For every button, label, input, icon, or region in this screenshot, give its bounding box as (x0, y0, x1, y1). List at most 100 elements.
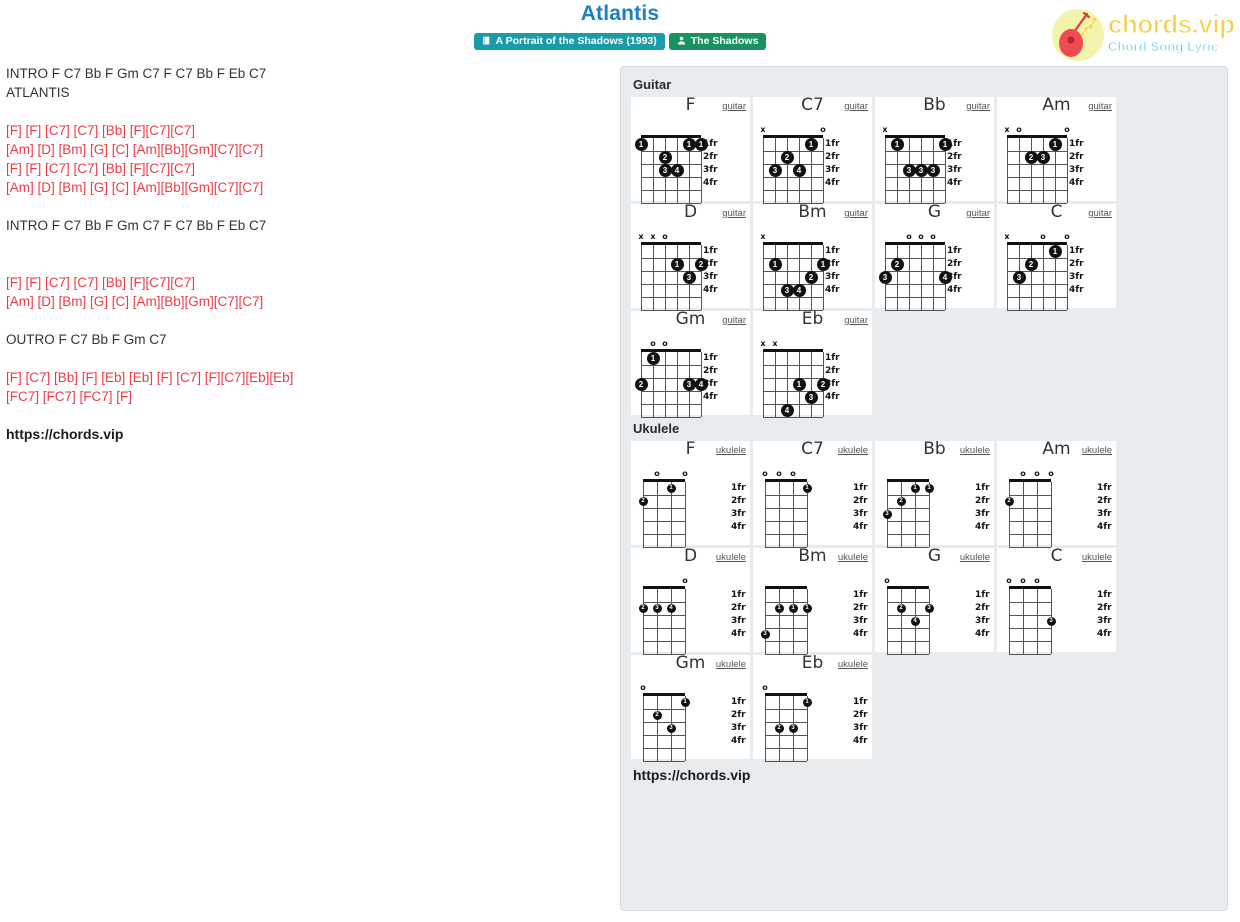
chord-diagram: o 2 3 4 1fr 2fr 3fr 4fr (631, 570, 750, 655)
chord-instrument-label[interactable]: guitar (966, 208, 990, 219)
chord-instrument-label[interactable]: ukulele (838, 659, 868, 670)
chord-card-head: Bb guitar (875, 95, 994, 119)
chord-card-g-guitar[interactable]: Gguitar o o o 2 3 4 1fr 2fr 3fr 4fr (875, 202, 994, 311)
open-string-marker: o (790, 469, 796, 478)
chord-card-bm-guitar[interactable]: Bm guitar x 1 1 2 3 4 1fr 2fr 3fr 4fr (753, 202, 872, 311)
fret-line (1009, 628, 1051, 629)
string-line (1043, 245, 1044, 310)
chord-card-eb-guitar[interactable]: Eb guitar x x 1 2 3 4 1fr 2fr 3fr 4fr (753, 309, 872, 418)
lyrics-body: INTRO F C7 Bb F Gm C7 F C7 Bb F Eb C7 ATL… (6, 64, 606, 444)
string-line (779, 482, 780, 547)
chord-card-d-ukulele[interactable]: Dukulele o 2 3 4 1fr 2fr 3fr 4fr (631, 546, 750, 655)
open-string-marker: o (654, 469, 660, 478)
fret-number-label: 2fr (947, 258, 962, 269)
lyric-line: ATLANTIS (6, 85, 70, 100)
chord-card-gm-guitar[interactable]: Gm guitar o o 1 2 3 4 1fr 2fr 3fr 4fr (631, 309, 750, 418)
chord-instrument-label[interactable]: guitar (722, 208, 746, 219)
string-line (677, 245, 678, 310)
fret-number-label: 1fr (1097, 482, 1112, 493)
fret-line (641, 177, 701, 178)
fret-number-label: 3fr (703, 378, 718, 389)
chord-instrument-label[interactable]: guitar (844, 101, 868, 112)
album-badge-label: A Portrait of the Shadows (1993) (495, 35, 657, 47)
chord-instrument-label[interactable]: guitar (722, 101, 746, 112)
chord-card-d-guitar[interactable]: Dguitar x x o 1 2 3 1fr 2fr 3fr 4fr (631, 202, 750, 311)
fret-line (887, 615, 929, 616)
chord-card-head: Bm ukulele (753, 546, 872, 570)
fret-line (1007, 164, 1067, 165)
open-string-marker: o (930, 232, 936, 241)
album-badge[interactable]: A Portrait of the Shadows (1993) (473, 33, 665, 50)
fret-line (643, 709, 685, 710)
lyrics-source-link[interactable]: https://chords.vip (6, 425, 606, 444)
chord-card-bb-guitar[interactable]: Bb guitar x 1 1 3 3 3 1fr 2fr 3fr 4fr (875, 95, 994, 204)
chord-card-g-ukulele[interactable]: Gukulele o 2 3 4 1fr 2fr 3fr 4fr (875, 546, 994, 655)
finger-dot: 3 (682, 378, 696, 391)
chord-instrument-label[interactable]: ukulele (1082, 552, 1112, 563)
chord-diagram: o o o 1 1fr 2fr 3fr 4fr (753, 463, 872, 548)
chord-instrument-label[interactable]: ukulele (960, 552, 990, 563)
chord-card-bb-ukulele[interactable]: Bb ukulele 1 1 2 3 1fr 2fr 3fr 4fr (875, 439, 994, 548)
chord-instrument-label[interactable]: ukulele (716, 552, 746, 563)
chord-instrument-label[interactable]: ukulele (1082, 445, 1112, 456)
nut (1009, 479, 1051, 482)
open-string-marker: o (1006, 576, 1012, 585)
open-string-marker: o (1064, 125, 1070, 134)
chord-card-head: Eb guitar (753, 309, 872, 333)
finger-dot: 1 (1048, 245, 1062, 258)
chord-instrument-label[interactable]: guitar (966, 101, 990, 112)
string-line (787, 245, 788, 310)
muted-string-marker: x (638, 232, 644, 241)
string-line (1009, 482, 1010, 547)
finger-dot: 4 (792, 164, 806, 177)
fret-number-label: 2fr (703, 258, 718, 269)
logo-main-text: chords.vip (1107, 9, 1235, 39)
chord-instrument-label[interactable]: ukulele (838, 445, 868, 456)
fret-number-label: 2fr (1069, 258, 1084, 269)
string-line (775, 352, 776, 417)
finger-dot: 1 (802, 604, 812, 613)
fret-number-label: 4fr (853, 735, 868, 746)
artist-badge[interactable]: The Shadows (668, 33, 767, 50)
chord-instrument-label[interactable]: ukulele (838, 552, 868, 563)
site-logo[interactable]: chords.vip Chord Song Lyric (1046, 5, 1236, 61)
lyric-line: [Am] [D] [Bm] [G] [C] [Am][Bb][Gm][C7][C… (6, 142, 264, 157)
fret-number-label: 4fr (1097, 521, 1112, 532)
fret-line (763, 417, 823, 418)
chord-card-head: Gm guitar (631, 309, 750, 333)
chord-instrument-label[interactable]: guitar (1088, 101, 1112, 112)
chord-card-c7-guitar[interactable]: C7 guitar x o 1 2 3 4 1fr 2fr 3fr 4fr (753, 95, 872, 204)
chord-card-c-guitar[interactable]: Cguitar x o o 1 2 3 1fr 2fr 3fr 4fr (997, 202, 1116, 311)
chord-diagram: o o o 2 3 4 1fr 2fr 3fr 4fr (875, 226, 994, 311)
fret-line (641, 297, 701, 298)
string-line (763, 352, 764, 417)
chord-instrument-label[interactable]: ukulele (716, 445, 746, 456)
chord-instrument-label[interactable]: guitar (722, 315, 746, 326)
panel-footer-link[interactable]: https://chords.vip (633, 767, 1217, 783)
chord-card-eb-ukulele[interactable]: Eb ukulele o 1 2 3 1fr 2fr 3fr 4fr (753, 653, 872, 762)
chord-instrument-label[interactable]: ukulele (960, 445, 990, 456)
string-line (793, 482, 794, 547)
chord-card-bm-ukulele[interactable]: Bm ukulele 1 1 1 3 1fr 2fr 3fr 4fr (753, 546, 872, 655)
finger-dot: 4 (670, 164, 684, 177)
fret-line (1007, 177, 1067, 178)
open-string-marker: o (1040, 232, 1046, 241)
chord-card-f-guitar[interactable]: Fguitar 1 1 1 2 4 3 1fr 2fr 3fr 4fr (631, 95, 750, 204)
chord-card-am-guitar[interactable]: Am guitar x o o 1 2 3 1fr 2fr 3fr 4fr (997, 95, 1116, 204)
chord-instrument-label[interactable]: ukulele (716, 659, 746, 670)
finger-dot: 3 (804, 391, 818, 404)
chord-instrument-label[interactable]: guitar (844, 315, 868, 326)
chord-instrument-label[interactable]: guitar (1088, 208, 1112, 219)
chord-card-gm-ukulele[interactable]: Gm ukulele o 1 2 3 1fr 2fr 3fr 4fr (631, 653, 750, 762)
chord-card-f-ukulele[interactable]: Fukulele o o 1 2 1fr 2fr 3fr 4fr (631, 439, 750, 548)
chord-instrument-label[interactable]: guitar (844, 208, 868, 219)
string-line (887, 589, 888, 654)
chord-card-c7-ukulele[interactable]: C7 ukulele o o o 1 1fr 2fr 3fr 4fr (753, 439, 872, 548)
chord-card-head: C7 ukulele (753, 439, 872, 463)
string-line (1067, 138, 1068, 203)
open-string-marker: o (662, 339, 668, 348)
chord-card-am-ukulele[interactable]: Am ukulele o o o 2 1fr 2fr 3fr 4fr (997, 439, 1116, 548)
chord-card-c-ukulele[interactable]: Cukulele o o o 3 1fr 2fr 3fr 4fr (997, 546, 1116, 655)
lyric-line: OUTRO F C7 Bb F Gm C7 (6, 332, 167, 347)
chord-card-head: Dukulele (631, 546, 750, 570)
